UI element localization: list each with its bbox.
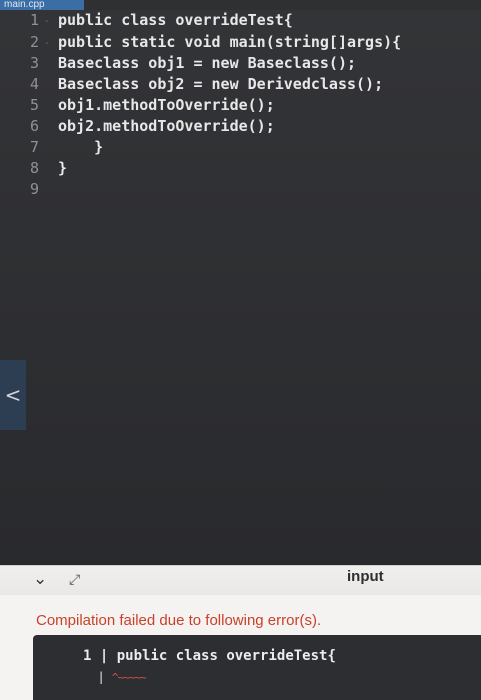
code-line[interactable]: obj1.methodToOverride(); bbox=[58, 95, 275, 116]
line-number: 9 bbox=[30, 180, 40, 198]
error-separator: | bbox=[99, 648, 109, 664]
line-number: 8 bbox=[30, 159, 40, 177]
error-line-number: 1 bbox=[83, 648, 92, 664]
error-caret: ^~~~~~ bbox=[111, 671, 147, 684]
output-panel: Compilation failed due to following erro… bbox=[0, 595, 481, 700]
line-gutter: 1 2 3 4 5 6 7 8 9 - - bbox=[0, 10, 50, 565]
line-number: 4 bbox=[30, 75, 40, 93]
code-line[interactable]: Baseclass obj1 = new Baseclass(); bbox=[58, 53, 356, 74]
code-line[interactable]: } bbox=[58, 137, 103, 158]
code-line[interactable]: } bbox=[58, 158, 67, 179]
fold-toggle-icon[interactable]: - bbox=[44, 11, 50, 32]
code-line[interactable]: public class overrideTest{ bbox=[58, 10, 293, 31]
error-caret-bar: | bbox=[97, 670, 105, 684]
error-caret-line: | ^~~~~~ bbox=[83, 670, 146, 684]
expand-arrows-icon[interactable]: ⤢ bbox=[69, 572, 80, 588]
collapse-sidebar-button[interactable]: < bbox=[0, 360, 26, 430]
fold-toggle-icon[interactable]: - bbox=[44, 33, 50, 54]
app-window: main.cpp 1 2 3 4 5 6 7 8 9 - - public cl… bbox=[0, 0, 481, 700]
error-title: Compilation failed due to following erro… bbox=[36, 612, 322, 629]
error-code: public class overrideTest{ bbox=[116, 648, 336, 664]
chevron-down-icon[interactable]: ⌄ bbox=[33, 569, 47, 589]
chevron-left-icon: < bbox=[4, 383, 22, 407]
tab-input[interactable]: input bbox=[347, 568, 384, 585]
code-editor[interactable]: 1 2 3 4 5 6 7 8 9 - - public class overr… bbox=[0, 10, 481, 565]
line-number: 3 bbox=[30, 54, 40, 72]
error-output: 1 | public class overrideTest{ | ^~~~~~ bbox=[33, 635, 481, 700]
error-code-line: 1 | public class overrideTest{ bbox=[83, 648, 336, 664]
code-line[interactable]: Baseclass obj2 = new Derivedclass(); bbox=[58, 74, 383, 95]
line-number: 5 bbox=[30, 96, 40, 114]
line-number: 6 bbox=[30, 117, 40, 135]
line-number: 7 bbox=[30, 138, 40, 156]
code-line[interactable]: obj2.methodToOverride(); bbox=[58, 116, 275, 137]
output-panel-toolbar: ⌄ ⤢ input bbox=[0, 565, 481, 596]
code-line[interactable]: public static void main(string[]args){ bbox=[58, 32, 401, 53]
